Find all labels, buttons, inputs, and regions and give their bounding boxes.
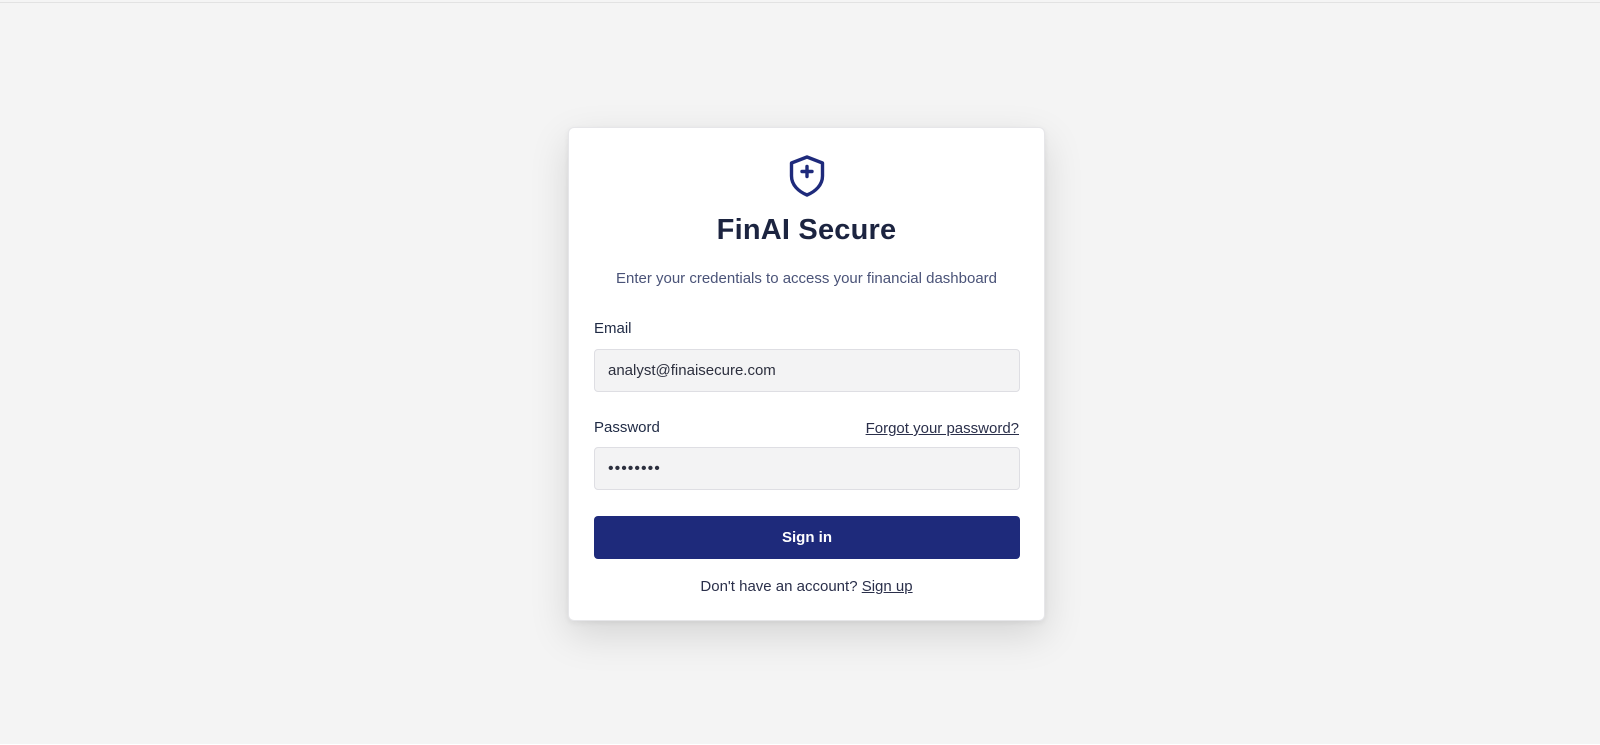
sign-in-button[interactable]: Sign in bbox=[594, 516, 1020, 559]
login-card: FinAI Secure Enter your credentials to a… bbox=[568, 127, 1045, 621]
sign-up-link[interactable]: Sign up bbox=[862, 578, 913, 595]
signup-row: Don't have an account? Sign up bbox=[569, 578, 1044, 595]
signup-prompt: Don't have an account? bbox=[700, 578, 858, 595]
email-field[interactable] bbox=[594, 349, 1020, 392]
app-title: FinAI Secure bbox=[716, 214, 897, 246]
login-subtitle: Enter your credentials to access your fi… bbox=[615, 270, 998, 287]
password-label: Password bbox=[594, 419, 660, 436]
top-divider bbox=[0, 2, 1600, 3]
forgot-password-link[interactable]: Forgot your password? bbox=[866, 420, 1019, 437]
password-field[interactable] bbox=[594, 447, 1020, 490]
shield-plus-icon bbox=[789, 155, 825, 197]
email-label: Email bbox=[594, 320, 632, 337]
